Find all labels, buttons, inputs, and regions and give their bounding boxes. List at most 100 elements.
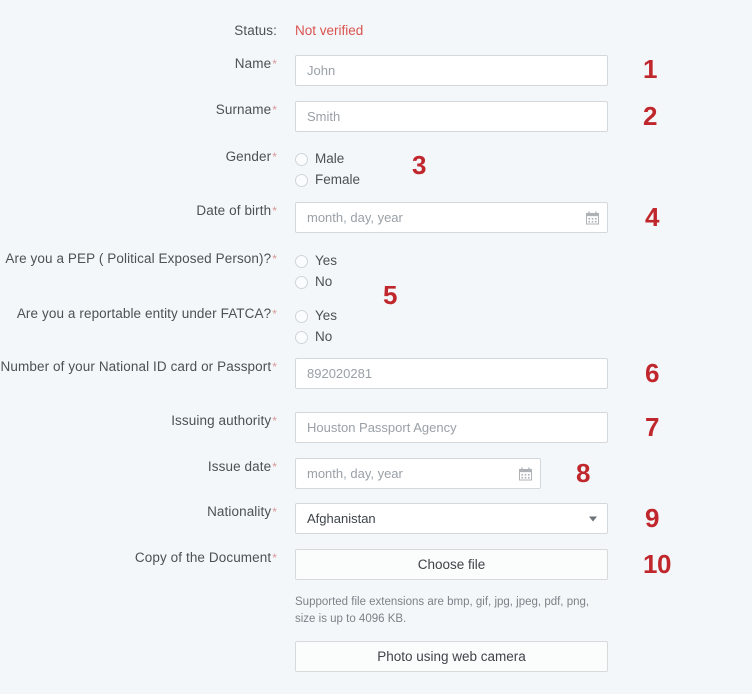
radio-icon[interactable] — [295, 330, 308, 344]
calendar-icon[interactable] — [519, 467, 532, 480]
row-issuing-authority: Issuing authority* Houston Passport Agen… — [0, 412, 752, 443]
step-marker-6: 6 — [645, 358, 659, 388]
required-asterisk: * — [272, 360, 277, 374]
row-status: Status: Not verified — [0, 22, 752, 40]
required-asterisk: * — [272, 150, 277, 164]
issuing-authority-input[interactable]: Houston Passport Agency — [295, 412, 608, 443]
issue-date-input[interactable]: month, day, year — [295, 458, 541, 489]
gender-label: Gender* — [225, 149, 277, 164]
pep-radio-group: Yes No — [295, 250, 337, 291]
row-webcam: Photo using web camera — [0, 641, 752, 672]
row-issue-date: Issue date* month, day, year — [0, 458, 752, 489]
name-field: John — [295, 55, 608, 86]
status-field: Not verified — [295, 22, 363, 40]
required-asterisk: * — [272, 414, 277, 428]
copy-of-document-field: Choose file — [295, 549, 608, 580]
gender-option-female[interactable]: Female — [295, 171, 360, 189]
surname-input-value: Smith — [307, 109, 341, 124]
pep-option-yes[interactable]: Yes — [295, 252, 337, 270]
step-marker-1: 1 — [643, 54, 657, 84]
file-helper-field: Supported file extensions are bmp, gif, … — [295, 594, 610, 628]
status-badge: Not verified — [295, 23, 364, 38]
status-label: Status: — [234, 23, 277, 38]
gender-option-male-label: Male — [315, 151, 345, 166]
gender-radio-group: Male Female — [295, 148, 360, 189]
required-asterisk: * — [272, 252, 277, 266]
radio-icon[interactable] — [295, 275, 308, 289]
required-asterisk: * — [272, 505, 277, 519]
surname-input[interactable]: Smith — [295, 101, 608, 132]
nationality-select-value: Afghanistan — [307, 511, 376, 526]
step-marker-2: 2 — [643, 101, 657, 131]
row-copy-of-document: Copy of the Document* Choose file — [0, 549, 752, 580]
photo-using-web-camera-button-label: Photo using web camera — [377, 649, 526, 664]
calendar-icon[interactable] — [586, 211, 599, 224]
row-surname: Surname* Smith — [0, 101, 752, 132]
pep-option-no[interactable]: No — [295, 273, 337, 291]
nationality-label: Nationality* — [207, 504, 277, 519]
row-nationality: Nationality* Afghanistan — [0, 503, 752, 534]
document-number-label: Number of your National ID card or Passp… — [0, 359, 277, 374]
fatca-label: Are you a reportable entity under FATCA?… — [16, 306, 277, 321]
gender-field: Male Female — [295, 148, 360, 189]
radio-icon[interactable] — [295, 152, 308, 166]
nationality-field: Afghanistan — [295, 503, 608, 534]
fatca-option-yes-label: Yes — [315, 308, 338, 323]
fatca-radio-group: Yes No — [295, 305, 337, 346]
issuing-authority-field: Houston Passport Agency — [295, 412, 608, 443]
step-marker-10: 10 — [643, 549, 671, 579]
radio-icon[interactable] — [295, 254, 308, 268]
row-fatca: Are you a reportable entity under FATCA?… — [0, 305, 752, 346]
pep-field: Yes No — [295, 250, 337, 291]
surname-field: Smith — [295, 101, 608, 132]
required-asterisk: * — [272, 103, 277, 117]
date-of-birth-placeholder: month, day, year — [307, 210, 403, 225]
issue-date-label: Issue date* — [207, 459, 277, 474]
row-pep: Are you a PEP ( Political Exposed Person… — [0, 250, 752, 291]
step-marker-9: 9 — [645, 503, 659, 533]
name-input[interactable]: John — [295, 55, 608, 86]
copy-of-document-label: Copy of the Document* — [134, 550, 277, 565]
fatca-option-yes[interactable]: Yes — [295, 307, 337, 325]
required-asterisk: * — [272, 57, 277, 71]
radio-icon[interactable] — [295, 173, 308, 187]
document-number-field: 892020281 — [295, 358, 608, 389]
name-label: Name* — [234, 56, 277, 71]
step-marker-4: 4 — [645, 202, 659, 232]
date-of-birth-field: month, day, year — [295, 202, 608, 233]
file-helper-text: Supported file extensions are bmp, gif, … — [295, 596, 590, 625]
row-gender: Gender* Male Female — [0, 148, 752, 189]
choose-file-button-label: Choose file — [417, 557, 486, 572]
step-marker-7: 7 — [645, 412, 659, 442]
required-asterisk: * — [272, 460, 277, 474]
date-of-birth-label: Date of birth* — [196, 203, 277, 218]
identity-verification-form: Status: Not verified Name* John Surname*… — [0, 0, 752, 694]
nationality-select[interactable]: Afghanistan — [295, 503, 608, 534]
fatca-option-no-label: No — [315, 329, 333, 344]
issuing-authority-input-value: Houston Passport Agency — [307, 420, 457, 435]
issue-date-field: month, day, year — [295, 458, 541, 489]
fatca-field: Yes No — [295, 305, 337, 346]
date-of-birth-input[interactable]: month, day, year — [295, 202, 608, 233]
pep-option-yes-label: Yes — [315, 253, 338, 268]
document-number-input[interactable]: 892020281 — [295, 358, 608, 389]
step-marker-3: 3 — [412, 150, 426, 180]
issuing-authority-label: Issuing authority* — [171, 413, 277, 428]
row-name: Name* John — [0, 55, 752, 86]
gender-option-female-label: Female — [315, 172, 361, 187]
webcam-field: Photo using web camera — [295, 641, 608, 672]
choose-file-button[interactable]: Choose file — [295, 549, 608, 580]
photo-using-web-camera-button[interactable]: Photo using web camera — [295, 641, 608, 672]
row-document-number: Number of your National ID card or Passp… — [0, 358, 752, 389]
gender-option-male[interactable]: Male — [295, 150, 360, 168]
required-asterisk: * — [272, 551, 277, 565]
document-number-input-value: 892020281 — [307, 366, 373, 381]
chevron-down-icon[interactable] — [589, 516, 597, 521]
radio-icon[interactable] — [295, 309, 308, 323]
fatca-option-no[interactable]: No — [295, 328, 337, 346]
required-asterisk: * — [272, 204, 277, 218]
row-file-helper: Supported file extensions are bmp, gif, … — [0, 594, 752, 628]
required-asterisk: * — [272, 307, 277, 321]
row-date-of-birth: Date of birth* month, day, year — [0, 202, 752, 233]
pep-label: Are you a PEP ( Political Exposed Person… — [5, 251, 277, 266]
